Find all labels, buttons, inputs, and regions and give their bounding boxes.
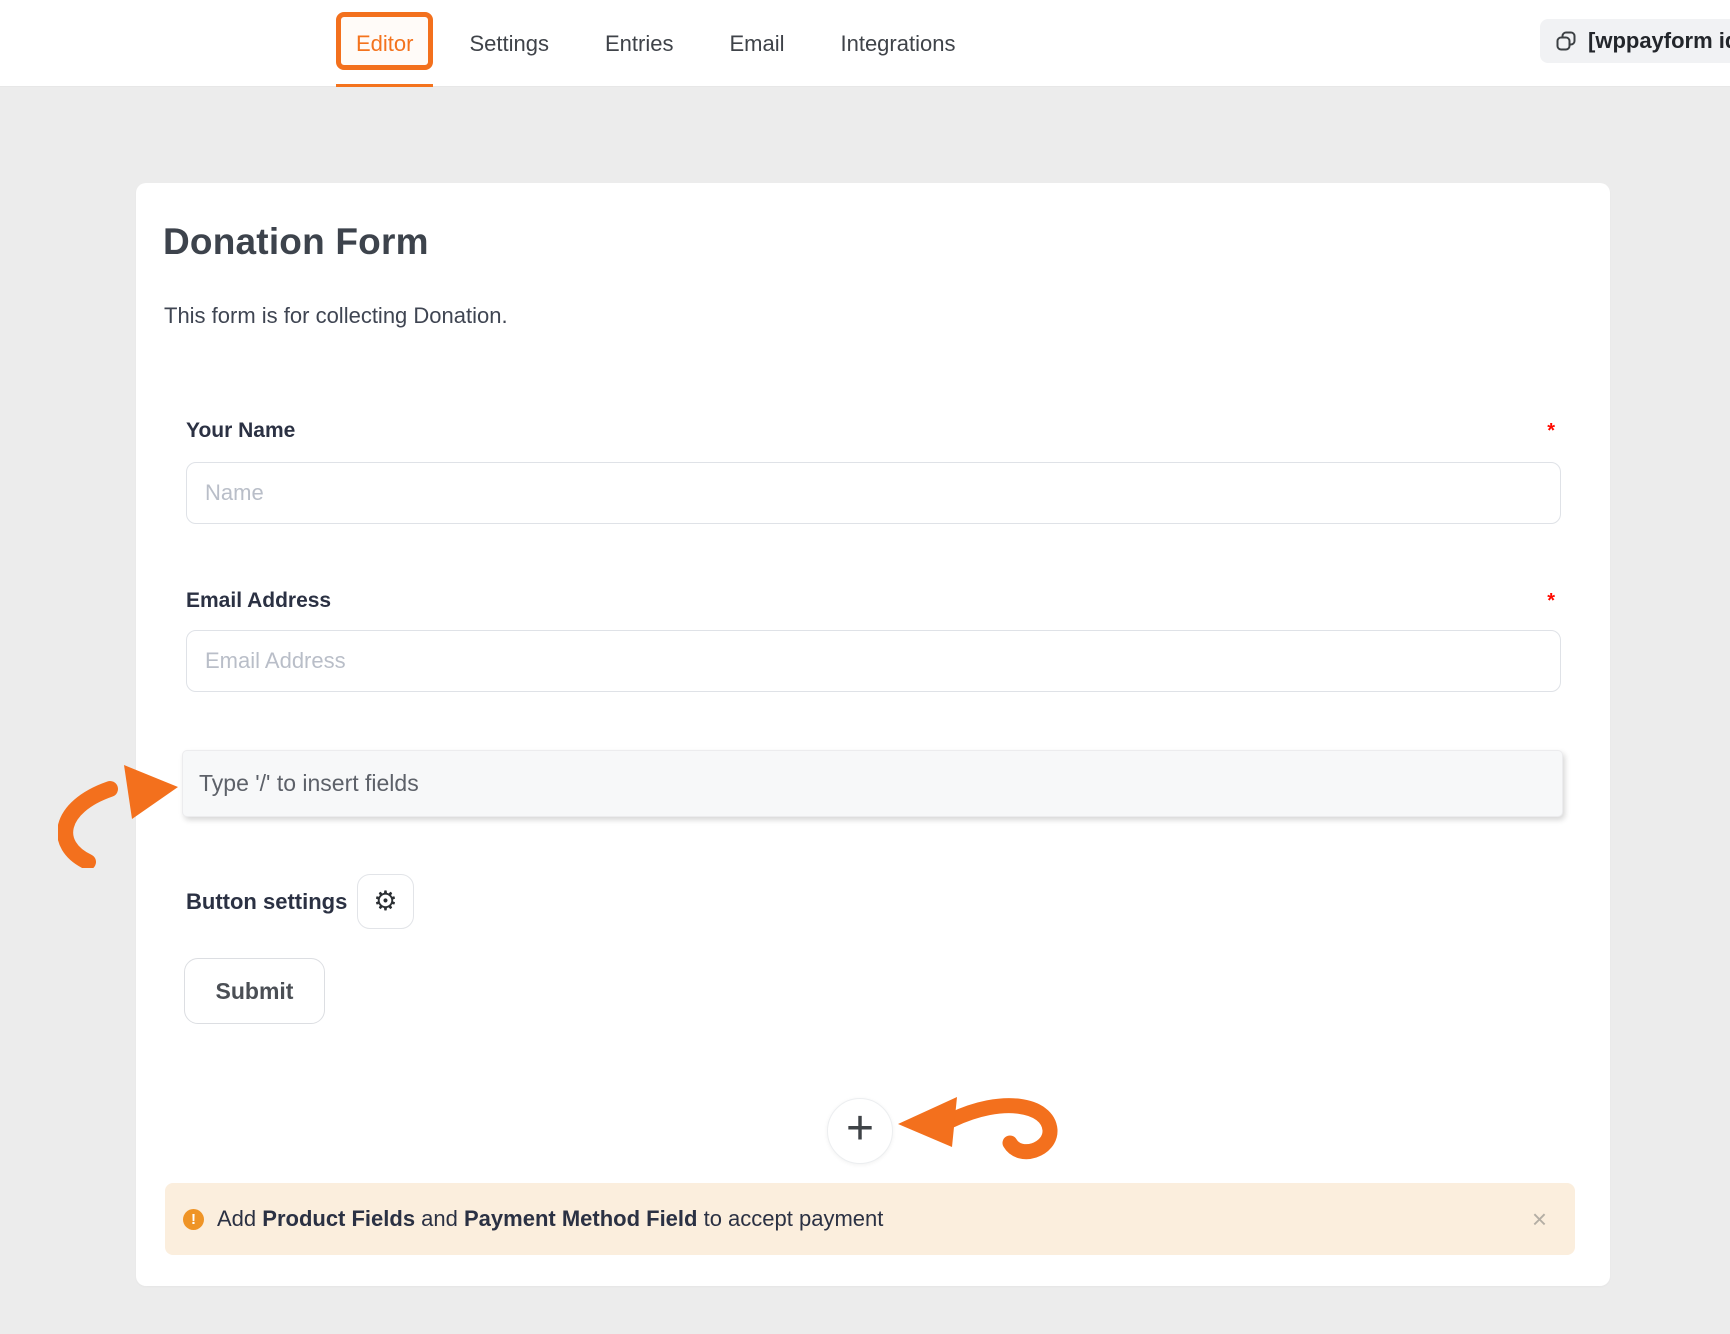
field-label-your-name: Your Name	[186, 419, 295, 443]
insert-fields-input[interactable]: Type '/' to insert fields	[182, 750, 1563, 817]
active-tab-underline	[336, 84, 433, 87]
banner-text-part: to accept payment	[697, 1206, 883, 1231]
email-input[interactable]	[186, 630, 1561, 692]
tab-email-label: Email	[729, 31, 784, 57]
field-row-your-name: Your Name *	[186, 419, 1561, 443]
editor-tabs: Editor Settings Entries Email Integratio…	[352, 0, 959, 87]
tab-integrations[interactable]: Integrations	[836, 0, 959, 87]
form-editor-card: Donation Form This form is for collectin…	[136, 183, 1610, 1286]
banner-text-part-bold: Payment Method Field	[464, 1206, 697, 1231]
top-navigation-bar: Editor Settings Entries Email Integratio…	[0, 0, 1730, 87]
required-asterisk: *	[1547, 420, 1561, 443]
plus-icon: +	[846, 1105, 874, 1153]
form-title: Donation Form	[163, 221, 429, 263]
button-settings-gear-button[interactable]: ⚙	[357, 874, 414, 929]
shortcode-label: [wppayform id=	[1588, 28, 1730, 54]
insert-fields-hint: Type '/' to insert fields	[199, 770, 419, 797]
field-row-email-address: Email Address *	[186, 589, 1561, 613]
button-settings-label: Button settings	[186, 889, 347, 915]
submit-button[interactable]: Submit	[184, 958, 325, 1024]
banner-close-icon[interactable]: ×	[1532, 1206, 1547, 1232]
name-input[interactable]	[186, 462, 1561, 524]
field-label-email-address: Email Address	[186, 589, 331, 613]
tab-editor[interactable]: Editor	[352, 0, 417, 87]
tab-email[interactable]: Email	[725, 0, 788, 87]
wppayform-editor-page: { "header": { "tabs": [ { "label": "Edit…	[0, 0, 1730, 1334]
banner-text-part: and	[415, 1206, 464, 1231]
tab-settings-label: Settings	[469, 31, 549, 57]
tab-integrations-label: Integrations	[840, 31, 955, 57]
tab-entries-label: Entries	[605, 31, 673, 57]
banner-text: Add Product Fields and Payment Method Fi…	[217, 1206, 883, 1232]
submit-button-label: Submit	[216, 978, 294, 1005]
warning-icon: !	[183, 1209, 204, 1230]
form-description: This form is for collecting Donation.	[164, 303, 508, 329]
banner-text-part: Add	[217, 1206, 262, 1231]
tab-entries[interactable]: Entries	[601, 0, 677, 87]
tab-editor-label: Editor	[356, 31, 413, 57]
copy-icon	[1554, 29, 1578, 53]
gear-icon: ⚙	[373, 886, 397, 917]
add-field-button[interactable]: +	[827, 1098, 893, 1164]
payment-warning-banner: ! Add Product Fields and Payment Method …	[165, 1183, 1575, 1255]
tab-settings[interactable]: Settings	[465, 0, 553, 87]
copy-shortcode-button[interactable]: [wppayform id=	[1540, 19, 1730, 63]
banner-text-part-bold: Product Fields	[262, 1206, 415, 1231]
required-asterisk: *	[1547, 590, 1561, 613]
